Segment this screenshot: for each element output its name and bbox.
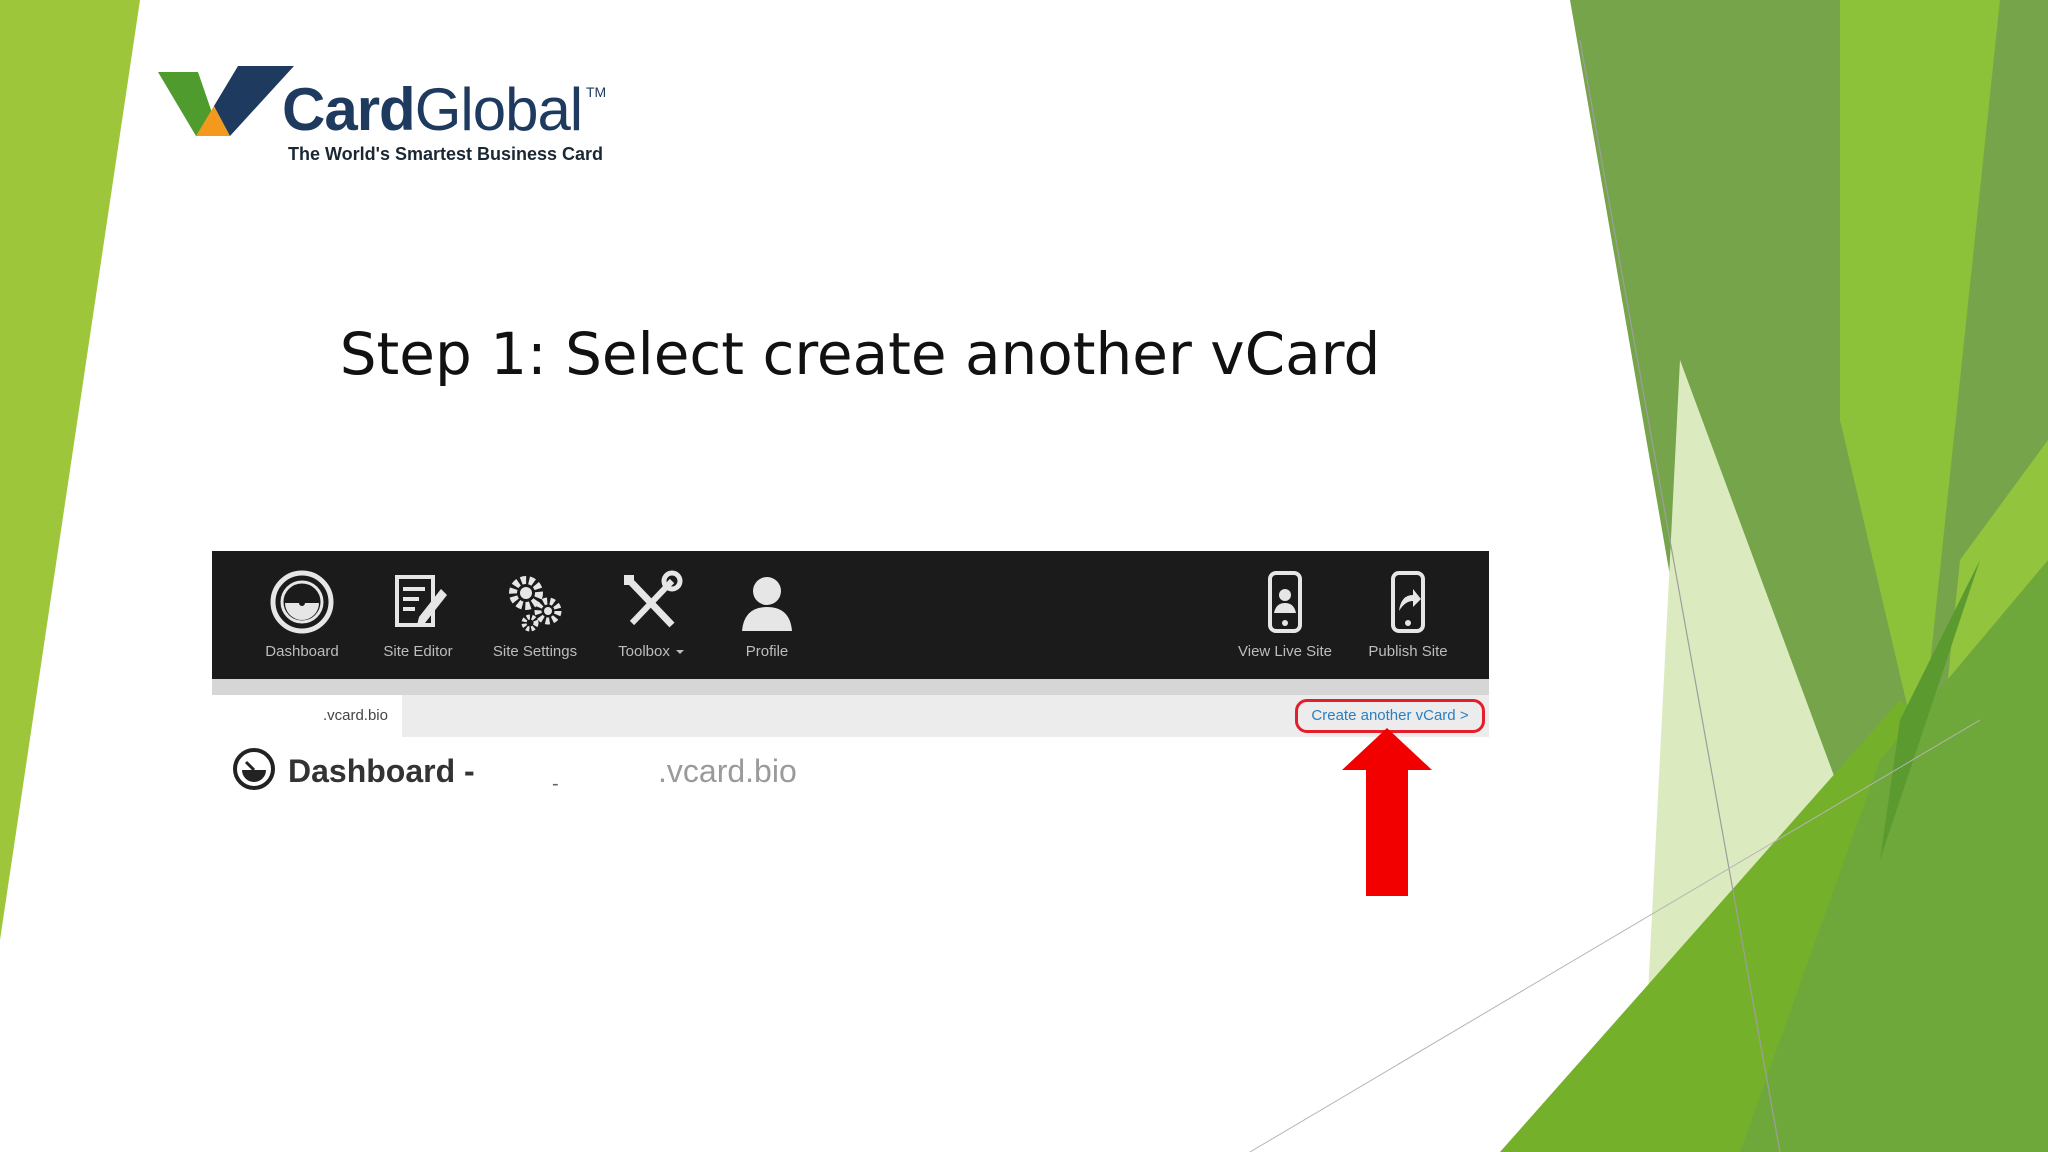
logo-tagline: The World's Smartest Business Card <box>288 144 604 164</box>
nav-view-live-site-label: View Live Site <box>1238 643 1332 660</box>
nav-dashboard-label: Dashboard <box>265 643 339 660</box>
wrench-screwdriver-icon <box>624 570 683 628</box>
phone-user-icon <box>1268 571 1302 633</box>
logo-trademark: TM <box>586 84 607 100</box>
toolbox-dropdown-caret-icon <box>675 650 684 655</box>
nav-toolbox-label: Toolbox <box>592 643 710 660</box>
slide-title: Step 1: Select create another vCard <box>339 320 1381 388</box>
left-green-stripe <box>0 0 140 940</box>
edit-document-icon <box>395 575 447 627</box>
nav-dashboard[interactable]: Dashboard <box>243 569 361 660</box>
logo-wordmark: CardGlobal <box>282 76 583 143</box>
nav-site-settings-label: Site Settings <box>492 643 578 660</box>
nav-view-live-site[interactable]: View Live Site <box>1226 569 1344 660</box>
nav-publish-site[interactable]: Publish Site <box>1349 569 1467 660</box>
vcardglobal-logo: CardGlobal TM The World's Smartest Busin… <box>158 62 618 172</box>
app-screenshot: Dashboard Site Editor Site Settings Tool… <box>212 551 1489 811</box>
dashboard-domain: .vcard.bio <box>658 753 797 789</box>
dashboard-gauge-icon <box>233 748 275 790</box>
site-tab[interactable]: .vcard.bio <box>212 695 402 737</box>
top-navbar: Dashboard Site Editor Site Settings Tool… <box>212 551 1489 679</box>
nav-toolbox[interactable]: Toolbox <box>592 569 710 660</box>
phone-share-icon <box>1391 571 1425 633</box>
user-icon <box>742 577 792 631</box>
dashboard-header: Dashboard - - .vcard.bio <box>212 737 1489 811</box>
nav-profile-label: Profile <box>745 643 789 660</box>
navbar-separator <box>212 679 1489 695</box>
nav-site-settings[interactable]: Site Settings <box>476 569 594 660</box>
logo-mark <box>158 66 294 136</box>
red-arrow-icon <box>1342 728 1432 896</box>
dashboard-gauge-icon <box>270 570 334 634</box>
dashboard-title: Dashboard - <box>288 753 475 789</box>
gears-icon <box>509 576 562 632</box>
nav-publish-site-label: Publish Site <box>1368 643 1448 660</box>
nav-profile[interactable]: Profile <box>708 569 826 660</box>
site-tab-bar: .vcard.bio Create another vCard > <box>212 695 1489 737</box>
nav-site-editor-label: Site Editor <box>383 643 453 660</box>
nav-site-editor[interactable]: Site Editor <box>359 569 477 660</box>
site-tab-label: .vcard.bio <box>322 707 388 724</box>
redaction-mark: - <box>552 773 559 795</box>
